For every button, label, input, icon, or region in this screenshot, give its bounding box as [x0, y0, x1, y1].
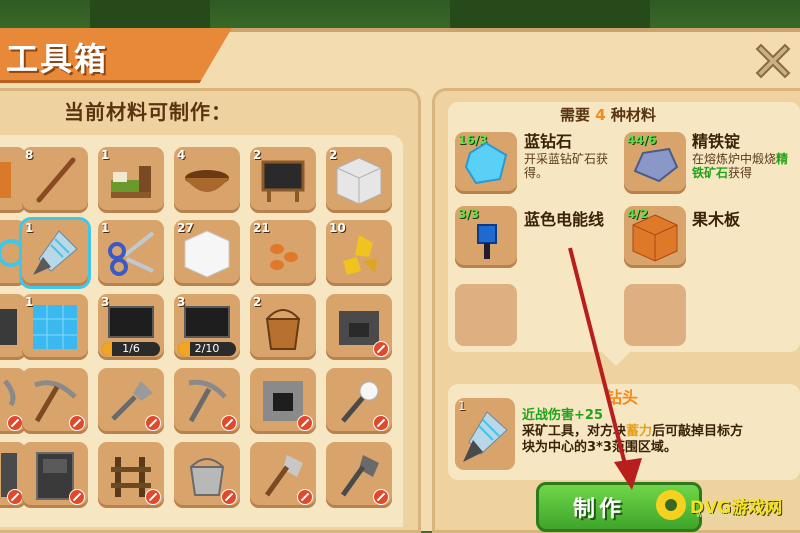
required-label: 需要 [560, 106, 591, 124]
locked-icon [221, 489, 237, 505]
item-slot[interactable]: 1 [98, 220, 164, 286]
drill-icon [33, 230, 78, 275]
result-name: 钻头 [606, 388, 639, 407]
locked-icon [297, 489, 313, 505]
blue-orb-icon [0, 239, 19, 267]
item-slot[interactable]: 1 [22, 294, 88, 360]
down-arrow-icon [602, 352, 630, 366]
locked-icon [373, 489, 389, 505]
item-slot-locked[interactable] [250, 442, 316, 508]
locked-icon [145, 415, 161, 431]
materials-label: 种材料 [610, 106, 656, 124]
empty-material-slot [624, 284, 686, 346]
result-description: 近战伤害+25 采矿工具，对方块蓄力后可敲掉目标方 块为中心的3*3范围区域。 [522, 408, 792, 456]
progress-fill [178, 342, 190, 356]
required-count: 4 [595, 106, 606, 124]
blue-wire-icon [477, 224, 497, 259]
material-progress: 1/6 [102, 342, 160, 356]
empty-material-slot [455, 284, 517, 346]
material-description: 开采蓝钻矿石获得。 [524, 152, 609, 180]
material-slot[interactable]: 44/6 [624, 132, 686, 194]
material-slot[interactable]: 16/3 [455, 132, 517, 194]
material-name: 果木板 [692, 210, 741, 229]
locked-icon [297, 415, 313, 431]
item-slot[interactable]: 1 [98, 147, 164, 213]
item-slot-locked[interactable] [98, 442, 164, 508]
locked-icon [69, 415, 85, 431]
bed-icon [111, 166, 151, 198]
dark-block-icon [0, 309, 17, 345]
material-name: 蓝色电能线 [524, 210, 605, 229]
wooden-bowl-icon [185, 170, 229, 192]
ice-block-icon [33, 305, 77, 349]
material-name: 精铁锭 [692, 132, 741, 151]
item-slot[interactable]: 27 [174, 220, 240, 286]
locked-icon [373, 341, 389, 357]
item-slot[interactable]: 21 [250, 220, 316, 286]
material-slot[interactable]: 3/3 [455, 206, 517, 268]
item-slot-locked[interactable] [22, 442, 88, 508]
item-slot[interactable]: 3 1/6 [98, 294, 164, 360]
item-slot-locked[interactable] [326, 368, 392, 434]
item-slot[interactable]: 2 [250, 147, 316, 213]
copper-nuggets-icon [270, 244, 298, 270]
material-description: 在熔炼炉中煅烧精铁矿石获得 [692, 152, 789, 180]
item-slot[interactable]: 10 [326, 220, 392, 286]
result-slot[interactable]: 1 [455, 398, 515, 470]
item-slot-locked[interactable] [326, 294, 392, 360]
gold-nuggets-icon [343, 235, 377, 275]
locked-icon [373, 415, 389, 431]
orange-block-icon [0, 162, 11, 198]
material-slot[interactable]: 4/2 [624, 206, 686, 268]
required-materials-title: 需要 4 种材料 [560, 104, 656, 125]
item-slot-locked[interactable] [326, 442, 392, 508]
white-stone-block-icon [336, 157, 382, 205]
chalkboard-sign-icon [261, 160, 305, 202]
item-slot[interactable]: 8 [22, 147, 88, 213]
scissors-icon [108, 231, 155, 276]
fruit-wood-plank-icon [632, 214, 678, 262]
progress-fill [102, 342, 112, 356]
blue-diamond-icon [464, 141, 508, 185]
make-button-label: 制作 [572, 497, 625, 522]
material-progress: 2/10 [178, 342, 236, 356]
locked-icon [7, 415, 23, 431]
locked-icon [7, 489, 23, 505]
item-slot-locked[interactable] [174, 368, 240, 434]
white-cube-icon [184, 230, 230, 278]
locked-icon [145, 489, 161, 505]
iron-ingot-icon [633, 147, 679, 183]
item-slot[interactable]: 4 [174, 147, 240, 213]
item-slot-selected[interactable]: 1 [19, 217, 91, 289]
wooden-bucket-icon [265, 309, 301, 350]
watermark-logo-icon [656, 490, 686, 520]
close-button[interactable] [752, 40, 794, 82]
item-slot[interactable]: 2 [250, 294, 316, 360]
item-slot-locked[interactable] [98, 368, 164, 434]
item-slot-locked[interactable] [22, 368, 88, 434]
item-slot[interactable]: 2 [326, 147, 392, 213]
craftable-title: 当前材料可制作： [64, 100, 232, 124]
title-banner: 工具箱 [0, 28, 232, 83]
watermark: DVG游戏网 www.dvg.cn [656, 488, 800, 522]
drill-icon [463, 411, 508, 462]
close-icon [755, 43, 791, 79]
stick-icon [36, 157, 76, 203]
damage-stat: 近战伤害+25 [522, 408, 603, 423]
locked-icon [69, 489, 85, 505]
item-slot-locked[interactable] [250, 368, 316, 434]
page-title: 工具箱 [6, 40, 109, 78]
material-name: 蓝钻石 [524, 132, 573, 151]
item-slot[interactable]: 3 2/10 [174, 294, 240, 360]
item-slot-locked[interactable] [174, 442, 240, 508]
locked-icon [221, 415, 237, 431]
